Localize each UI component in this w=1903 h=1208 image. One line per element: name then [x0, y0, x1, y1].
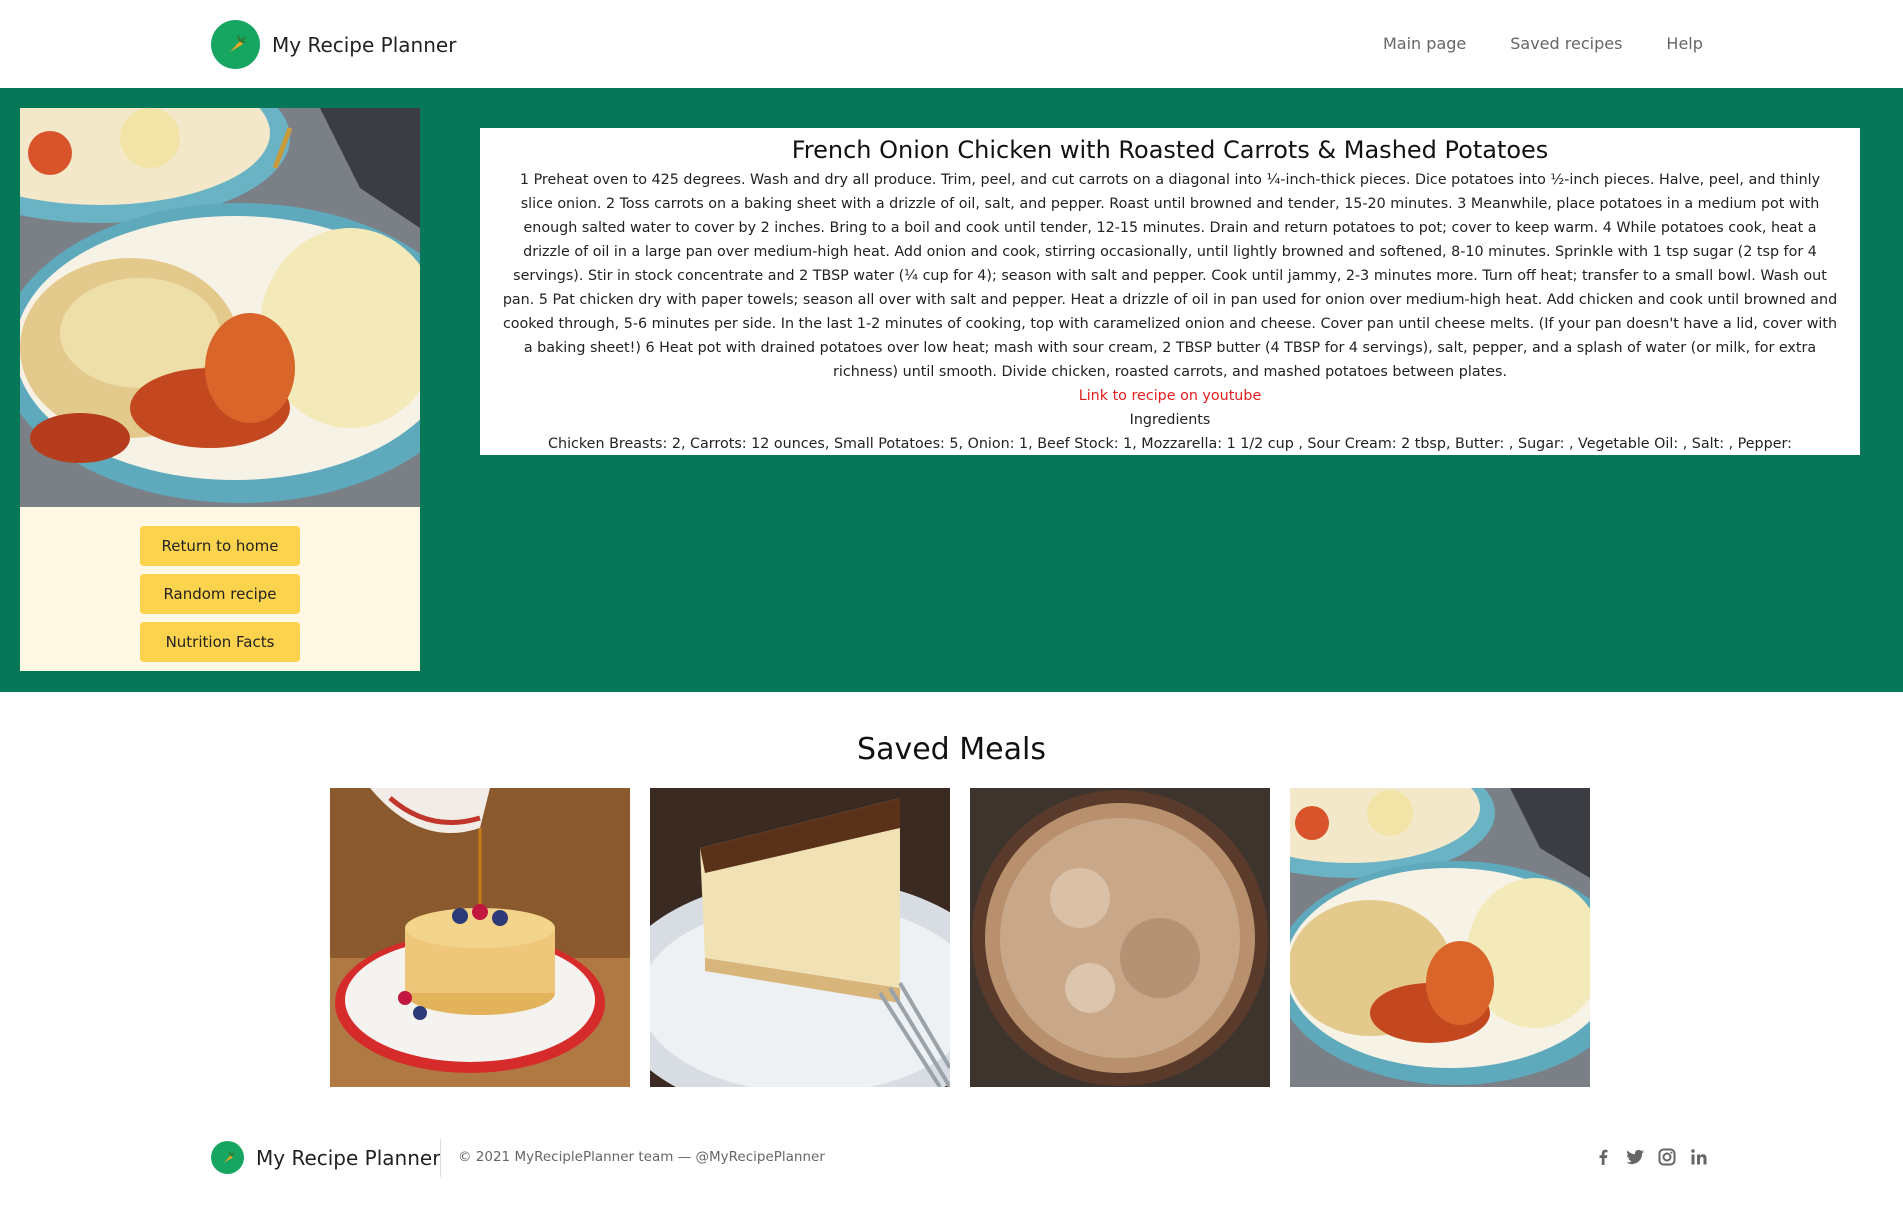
recipe-card: French Onion Chicken with Roasted Carrot… [480, 128, 1860, 455]
recipe-section: Return to home Random recipe Nutrition F… [0, 88, 1903, 692]
random-recipe-button[interactable]: Random recipe [140, 574, 300, 614]
navbar: My Recipe Planner Main page Saved recipe… [0, 0, 1903, 88]
ingredients-list: Chicken Breasts: 2, Carrots: 12 ounces, … [548, 436, 1792, 452]
recipe-title: French Onion Chicken with Roasted Carrot… [791, 136, 1549, 164]
footer-copyright: © 2021 MyReciplePlanner team — @MyRecipe… [458, 1149, 825, 1165]
footer-divider [440, 1139, 441, 1177]
nav-link-saved-recipes[interactable]: Saved recipes [1510, 34, 1622, 53]
footer-handle[interactable]: @MyRecipePlanner [695, 1149, 824, 1165]
copyright-text: © 2021 MyReciplePlanner team — [458, 1149, 696, 1165]
facebook-icon[interactable] [1592, 1146, 1614, 1168]
instagram-icon[interactable] [1656, 1146, 1678, 1168]
recipe-photo [20, 108, 420, 507]
brand[interactable]: My Recipe Planner [211, 20, 456, 69]
footer: My Recipe Planner © 2021 MyReciplePlanne… [0, 1130, 1903, 1190]
twitter-icon[interactable] [1624, 1146, 1646, 1168]
footer-brand-name: My Recipe Planner [256, 1145, 441, 1170]
saved-meals-title: Saved Meals [857, 732, 1046, 767]
sidebar-card: Return to home Random recipe Nutrition F… [20, 108, 420, 671]
nav-link-help[interactable]: Help [1666, 34, 1702, 53]
linkedin-icon[interactable] [1688, 1146, 1710, 1168]
footer-brand[interactable]: My Recipe Planner [211, 1141, 440, 1174]
nutrition-facts-button[interactable]: Nutrition Facts [140, 622, 300, 662]
social-links [1592, 1146, 1720, 1168]
return-to-home-button[interactable]: Return to home [140, 526, 300, 566]
saved-meal-almond-tart[interactable] [970, 788, 1270, 1087]
saved-meal-pancakes[interactable] [330, 788, 630, 1087]
nav-link-main-page[interactable]: Main page [1383, 34, 1466, 53]
saved-meal-french-onion-chicken[interactable] [1290, 788, 1590, 1087]
ingredients-heading: Ingredients [1129, 412, 1211, 428]
recipe-instructions: 1 Preheat oven to 425 degrees. Wash and … [502, 172, 1838, 380]
saved-meal-cheesecake[interactable] [650, 788, 950, 1087]
carrot-logo-icon [211, 1141, 244, 1174]
nav-links: Main page Saved recipes Help [1383, 34, 1747, 53]
carrot-logo-icon [211, 20, 260, 69]
youtube-recipe-link[interactable]: Link to recipe on youtube [480, 384, 1860, 408]
brand-name: My Recipe Planner [272, 32, 457, 57]
